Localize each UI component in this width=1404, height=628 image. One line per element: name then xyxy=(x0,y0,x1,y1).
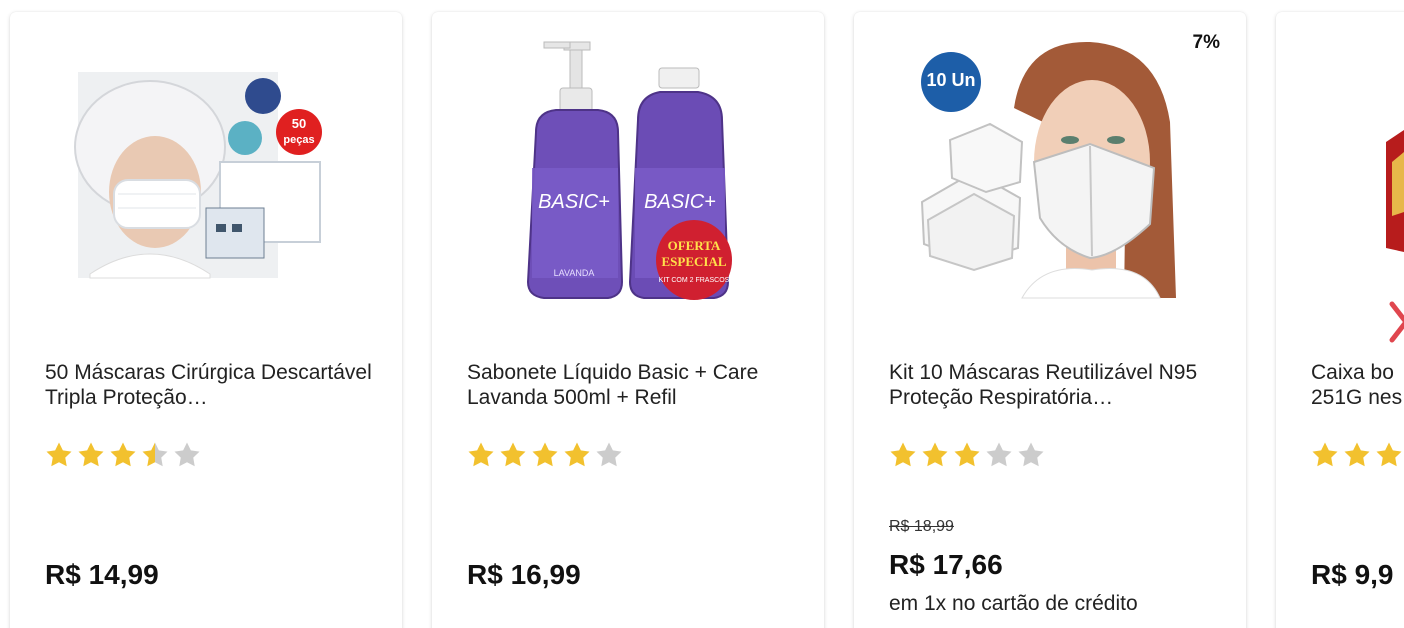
product-card[interactable]: BASIC+ BASIC+ LAVANDA OFERTA ESPECIAL KI… xyxy=(432,12,824,628)
star-icon xyxy=(890,442,916,467)
svg-text:ESPECIAL: ESPECIAL xyxy=(661,254,726,269)
installment-info: em 1x no cartão de crédito xyxy=(889,592,1138,615)
star-icon xyxy=(110,442,136,467)
product-card[interactable]: 10 Un 7% Kit 10 Máscaras Reutilizável N9… xyxy=(854,12,1246,628)
product-title[interactable]: Caixa bo 251G nes xyxy=(1311,360,1404,410)
image-badge: 10 Un xyxy=(926,70,976,90)
star-icon xyxy=(46,442,72,467)
product-image[interactable]: 50 peças xyxy=(10,12,402,332)
rating-stars xyxy=(888,440,1046,480)
product-price: R$ 17,66 xyxy=(889,549,1003,580)
svg-text:BASIC+: BASIC+ xyxy=(538,191,610,213)
svg-text:LAVANDA: LAVANDA xyxy=(554,268,595,278)
product-title[interactable]: Sabonete Líquido Basic + Care Lavanda 50… xyxy=(467,360,797,410)
star-empty-icon xyxy=(596,442,622,467)
star-empty-icon xyxy=(986,442,1012,467)
product-price: R$ 9,9 xyxy=(1311,559,1394,590)
chevron-right-icon[interactable] xyxy=(1386,300,1404,344)
product-title[interactable]: Kit 10 Máscaras Reutilizável N95 Proteçã… xyxy=(889,360,1219,410)
star-icon xyxy=(468,442,494,467)
star-icon xyxy=(78,442,104,467)
discount-badge: 7% xyxy=(1176,22,1230,64)
star-icon xyxy=(564,442,590,467)
svg-text:50: 50 xyxy=(292,116,306,131)
product-image[interactable]: BASIC+ BASIC+ LAVANDA OFERTA ESPECIAL KI… xyxy=(432,12,824,332)
star-icon xyxy=(532,442,558,467)
star-icon xyxy=(922,442,948,467)
svg-text:BASIC+: BASIC+ xyxy=(644,191,716,213)
product-title[interactable]: 50 Máscaras Cirúrgica Descartável Tripla… xyxy=(45,360,375,410)
svg-text:OFERTA: OFERTA xyxy=(668,238,721,253)
product-price: R$ 14,99 xyxy=(45,559,159,590)
svg-text:KIT COM 2 FRASCOS: KIT COM 2 FRASCOS xyxy=(659,277,730,284)
product-card[interactable]: Caixa bo 251G nes R$ 9,9 xyxy=(1276,12,1404,628)
star-icon xyxy=(500,442,526,467)
rating-stars xyxy=(1310,440,1404,480)
star-icon xyxy=(1376,442,1402,467)
star-empty-icon xyxy=(174,442,200,467)
star-half-icon xyxy=(142,442,168,467)
star-icon xyxy=(1344,442,1370,467)
svg-text:peças: peças xyxy=(283,134,314,146)
star-empty-icon xyxy=(1018,442,1044,467)
product-image[interactable] xyxy=(1276,12,1404,332)
star-icon xyxy=(1312,442,1338,467)
old-price: R$ 18,99 xyxy=(889,518,954,535)
product-card[interactable]: 50 peças 50 Máscaras Cirúrgica Descartáv… xyxy=(10,12,402,628)
product-price: R$ 16,99 xyxy=(467,559,581,590)
rating-stars xyxy=(466,440,624,480)
rating-stars xyxy=(44,440,202,480)
product-carousel: 50 peças 50 Máscaras Cirúrgica Descartáv… xyxy=(0,0,1404,628)
star-icon xyxy=(954,442,980,467)
